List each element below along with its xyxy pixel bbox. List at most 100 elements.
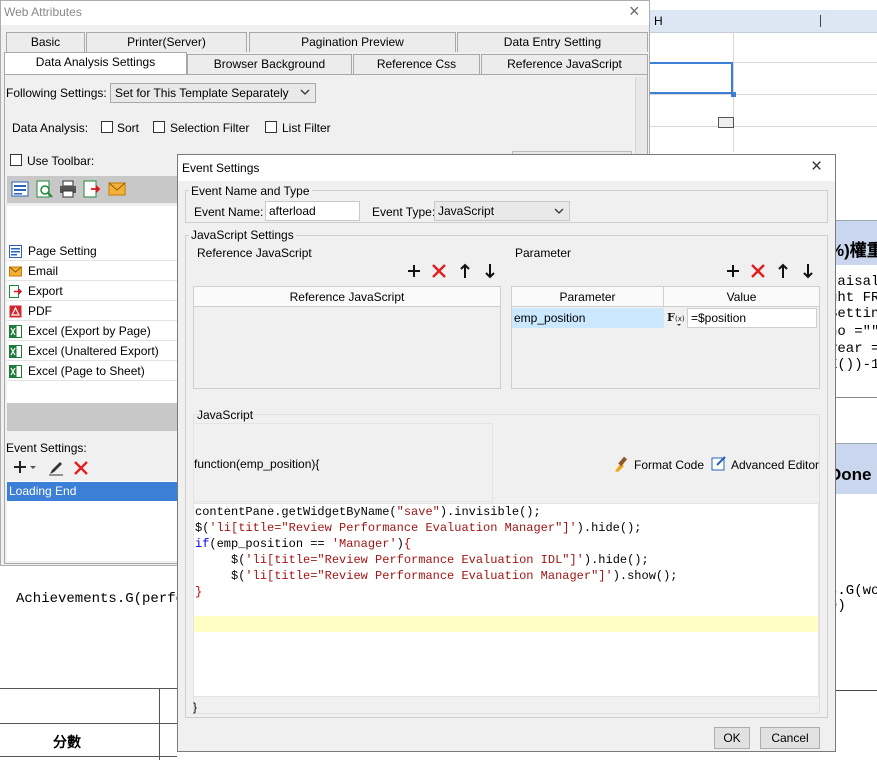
code-line: $('li[title="Review Performance Evaluati… [195, 520, 641, 536]
toolbar-preview [7, 176, 179, 203]
code-editor[interactable]: contentPane.getWidgetByName("save").invi… [193, 503, 819, 697]
delete-parameter-icon[interactable] [751, 264, 765, 278]
parameter-value: =$position [691, 311, 747, 325]
event-name-label: Event Name: [194, 205, 264, 219]
reference-js-table: Reference JavaScript [193, 286, 501, 389]
closing-brace: } [193, 700, 198, 714]
delete-reference-icon[interactable] [432, 264, 446, 278]
export-icon [9, 285, 22, 298]
tab-data-analysis-settings[interactable]: Data Analysis Settings [4, 52, 187, 74]
move-up-icon[interactable] [777, 263, 789, 279]
use-toolbar-label: Use Toolbar: [27, 154, 95, 168]
javascript-label: JavaScript [197, 408, 254, 422]
add-reference-icon[interactable] [407, 264, 421, 278]
toolbar-item-excel-unaltered-export[interactable]: Excel (Unaltered Export) [7, 342, 179, 361]
tab-browser-background[interactable]: Browser Background [187, 54, 352, 74]
chevron-down-icon [300, 88, 310, 96]
toolbar-item-page-setting[interactable]: Page Setting [7, 242, 179, 261]
format-code-button[interactable]: Format Code [634, 458, 704, 472]
tab-reference-css[interactable]: Reference Css [353, 54, 480, 74]
export-icon[interactable] [83, 180, 101, 198]
event-settings-dialog: Event Settings × Event Name and Type Eve… [177, 154, 836, 752]
delete-event-icon[interactable] [73, 460, 89, 476]
selection-filter-label: Selection Filter [170, 121, 250, 135]
parameter-column-header[interactable]: Parameter [512, 287, 664, 307]
toolbar-item-export[interactable]: Export [7, 282, 179, 301]
email-icon[interactable] [108, 180, 126, 198]
tab-pagination-preview[interactable]: Pagination Preview [249, 32, 456, 52]
sheet-grid-line [836, 397, 877, 398]
format-code-icon[interactable] [612, 455, 630, 473]
edit-event-icon[interactable] [48, 460, 64, 476]
right-peek-text: %)權重 [829, 241, 877, 260]
cancel-button[interactable]: Cancel [760, 727, 820, 749]
advanced-editor-button[interactable]: Advanced Editor [731, 458, 819, 472]
sheet-grid-line [836, 690, 877, 691]
close-icon[interactable]: × [811, 156, 822, 178]
move-down-icon[interactable] [484, 263, 496, 279]
advanced-editor-icon[interactable] [711, 455, 727, 471]
move-up-icon[interactable] [459, 263, 471, 279]
code-line-text: contentPane.getWidgetByName("save").invi… [195, 505, 541, 519]
parameter-label: Parameter [515, 246, 572, 260]
event-row-loading-end[interactable]: Loading End [7, 482, 179, 501]
parameter-name-cell[interactable]: emp_position [512, 308, 664, 328]
data-analysis-label: Data Analysis: [12, 121, 89, 135]
right-peek-text: no ="" + [829, 324, 877, 340]
event-name-input[interactable]: afterload [265, 201, 360, 221]
event-settings-label: Event Settings: [6, 441, 87, 455]
right-peek-text: Settin [829, 306, 877, 322]
reference-js-column-header[interactable]: Reference JavaScript [194, 287, 500, 307]
right-peek-text: E())-1", [829, 357, 877, 373]
selected-cell[interactable] [650, 62, 733, 94]
code-line-text: if(emp_position == 'Manager'){ [195, 537, 412, 551]
right-peek-text: raisal" [829, 274, 877, 290]
following-settings-select[interactable]: Set for This Template Separately [110, 83, 316, 103]
toolbar-item-label: PDF [28, 304, 52, 318]
close-icon[interactable]: × [629, 1, 640, 22]
formula-icon[interactable]: F (x) [666, 309, 686, 327]
toolbar-item-email[interactable]: Email [7, 262, 179, 281]
parameter-row[interactable]: emp_position F (x) =$position [512, 308, 817, 328]
tab-printer-server[interactable]: Printer(Server) [86, 32, 247, 52]
move-down-icon[interactable] [802, 263, 814, 279]
code-line: $('li[title="Review Performance Evaluati… [195, 568, 678, 584]
event-name-value: afterload [269, 204, 316, 218]
sort-checkbox[interactable] [101, 121, 113, 133]
add-event-icon[interactable] [12, 458, 38, 476]
cell-resize-handle[interactable] [731, 92, 736, 97]
page-setting-icon [9, 245, 22, 258]
ok-button[interactable]: OK [714, 727, 750, 749]
sheet-widget-icon[interactable] [718, 117, 734, 128]
code-line: if(emp_position == 'Manager'){ [195, 536, 411, 552]
value-column-header[interactable]: Value [664, 287, 819, 307]
code-line-text: $('li[title="Review Performance Evaluati… [195, 521, 642, 535]
web-attributes-title: Web Attributes [4, 5, 82, 19]
sheet-grid-line [0, 723, 177, 724]
code-line-text: $('li[title="Review Performance Evaluati… [195, 569, 678, 583]
right-peek-text: year = [829, 341, 877, 357]
add-parameter-icon[interactable] [726, 264, 740, 278]
print-icon[interactable] [59, 180, 77, 198]
code-line-text: } [195, 585, 203, 599]
tab-data-entry-setting[interactable]: Data Entry Setting [457, 32, 648, 52]
chevron-down-icon [554, 207, 564, 215]
toolbar-item-excel-page-to-sheet[interactable]: Excel (Page to Sheet) [7, 362, 179, 381]
sheet-grid-line [650, 94, 877, 95]
page-setting-icon[interactable] [11, 180, 29, 198]
tab-reference-javascript[interactable]: Reference JavaScript [481, 54, 648, 74]
event-type-select[interactable]: JavaScript [434, 201, 570, 221]
code-line: } [195, 584, 202, 600]
print-preview-icon[interactable] [35, 180, 53, 198]
javascript-settings-title: JavaScript Settings [189, 228, 296, 242]
right-peek-text: s.G(wo [829, 583, 877, 599]
list-filter-checkbox[interactable] [265, 121, 277, 133]
selection-filter-checkbox[interactable] [153, 121, 165, 133]
tab-basic[interactable]: Basic [6, 32, 85, 52]
following-settings-label: Following Settings: [6, 86, 107, 100]
toolbar-item-excel-export-by-page[interactable]: Excel (Export by Page) [7, 322, 179, 341]
parameter-value-cell[interactable]: =$position [687, 308, 817, 328]
toolbar-item-label: Email [28, 264, 59, 278]
toolbar-item-pdf[interactable]: PDF [7, 302, 179, 321]
use-toolbar-checkbox[interactable] [10, 154, 22, 166]
